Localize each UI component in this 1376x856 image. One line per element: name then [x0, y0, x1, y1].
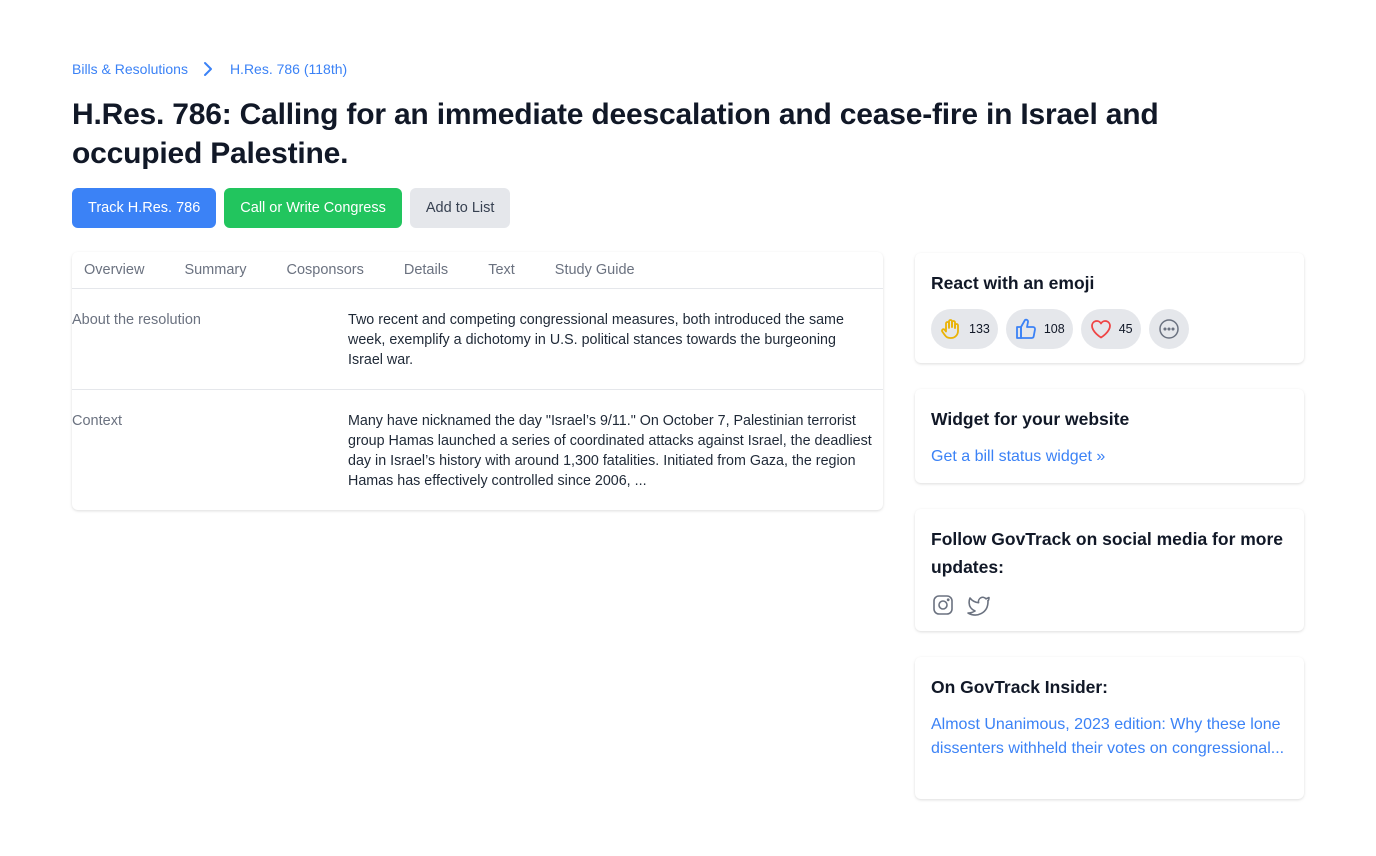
follow-card: Follow GovTrack on social media for more… [915, 509, 1304, 631]
react-thumbs-up-button[interactable]: 108 [1005, 309, 1073, 349]
track-button[interactable]: Track H.Res. 786 [72, 188, 217, 228]
thumbs-up-icon [1014, 317, 1038, 341]
breadcrumb: Bills & Resolutions H.Res. 786 (118th) [72, 59, 347, 79]
react-heading: React with an emoji [931, 273, 1095, 293]
twitter-icon[interactable] [967, 593, 991, 617]
social-icons [931, 593, 1288, 617]
widget-link[interactable]: Get a bill status widget » [931, 445, 1288, 469]
page-title: H.Res. 786: Calling for an immediate dee… [72, 98, 1159, 170]
heart-count: 45 [1118, 322, 1133, 336]
about-text: Two recent and competing congressional m… [348, 312, 844, 368]
widget-heading: Widget for your website [931, 409, 1130, 429]
more-icon [1157, 317, 1181, 341]
insider-article-link[interactable]: Almost Unanimous, 2023 edition: Why thes… [931, 713, 1288, 761]
react-more-button[interactable] [1148, 309, 1189, 349]
breadcrumb-current-link[interactable]: H.Res. 786 (118th) [230, 61, 347, 77]
context-label: Context [72, 413, 122, 429]
breadcrumb-bills-link[interactable]: Bills & Resolutions [72, 61, 188, 77]
add-to-list-button[interactable]: Add to List [409, 188, 511, 228]
tab-details[interactable]: Details [404, 262, 448, 278]
tab-summary[interactable]: Summary [184, 262, 246, 278]
about-label: About the resolution [72, 312, 201, 328]
tab-cosponsors[interactable]: Cosponsors [286, 262, 363, 278]
action-buttons: Track H.Res. 786 Call or Write Congress … [72, 188, 511, 228]
tab-overview[interactable]: Overview [84, 262, 144, 278]
tab-bar: Overview Summary Cosponsors Details Text… [72, 252, 883, 289]
raised-hand-icon [939, 317, 963, 341]
insider-heading: On GovTrack Insider: [931, 677, 1108, 697]
react-hand-button[interactable]: 133 [931, 309, 998, 349]
follow-heading: Follow GovTrack on social media for more… [931, 529, 1284, 577]
instagram-icon[interactable] [931, 593, 955, 617]
widget-card: Widget for your website Get a bill statu… [915, 389, 1304, 483]
heart-icon [1089, 317, 1113, 341]
context-row: Context Many have nicknamed the day "Isr… [72, 390, 883, 510]
thumbs-up-count: 108 [1043, 322, 1065, 336]
overview-card: Overview Summary Cosponsors Details Text… [72, 252, 883, 510]
tab-text[interactable]: Text [488, 262, 515, 278]
context-text: Many have nicknamed the day "Israel’s 9/… [348, 413, 872, 489]
about-row: About the resolution Two recent and comp… [72, 289, 883, 390]
react-card: React with an emoji 133 108 45 [915, 253, 1304, 363]
chevron-right-icon [198, 59, 218, 79]
react-heart-button[interactable]: 45 [1080, 309, 1141, 349]
emoji-row: 133 108 45 [931, 309, 1288, 349]
insider-card: On GovTrack Insider: Almost Unanimous, 2… [915, 657, 1304, 799]
tab-study-guide[interactable]: Study Guide [555, 262, 635, 278]
call-congress-button[interactable]: Call or Write Congress [224, 188, 402, 228]
hand-count: 133 [969, 322, 990, 336]
